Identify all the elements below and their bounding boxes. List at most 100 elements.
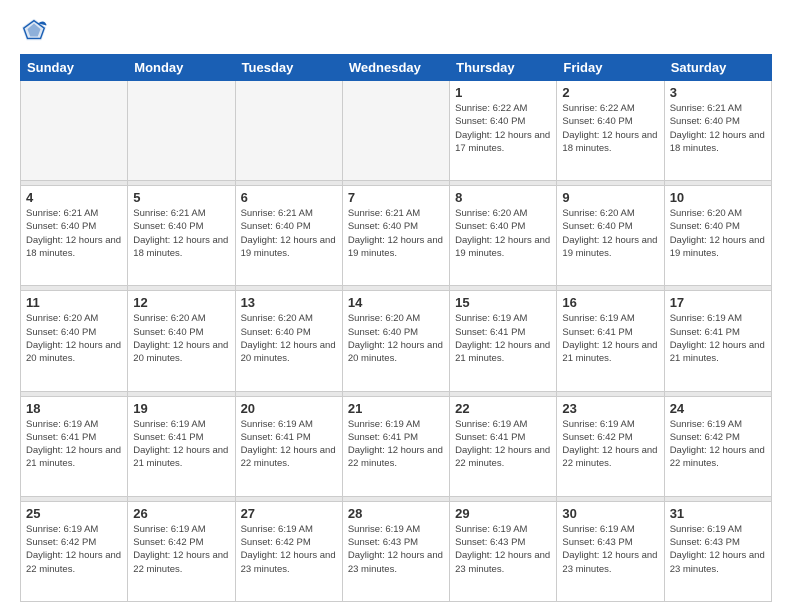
day-info: Sunrise: 6:19 AM Sunset: 6:41 PM Dayligh… <box>455 312 551 365</box>
day-info: Sunrise: 6:20 AM Sunset: 6:40 PM Dayligh… <box>455 207 551 260</box>
calendar-cell: 13 Sunrise: 6:20 AM Sunset: 6:40 PM Dayli… <box>235 291 342 391</box>
calendar-cell: 7 Sunrise: 6:21 AM Sunset: 6:40 PM Daylig… <box>342 186 449 286</box>
calendar-cell: 20Sunrise: 6:19 AM Sunset: 6:41 PM Dayli… <box>235 396 342 496</box>
weekday-header: Saturday <box>664 55 771 81</box>
day-info: Sunrise: 6:19 AM Sunset: 6:41 PM Dayligh… <box>670 312 766 365</box>
calendar-week-row: 1 Sunrise: 6:22 AM Sunset: 6:40 PM Daylig… <box>21 81 772 181</box>
calendar-cell <box>128 81 235 181</box>
day-number: 3 <box>670 85 766 100</box>
day-info: Sunrise: 6:20 AM Sunset: 6:40 PM Dayligh… <box>241 312 337 365</box>
day-number: 13 <box>241 295 337 310</box>
calendar-week-row: 18Sunrise: 6:19 AM Sunset: 6:41 PM Dayli… <box>21 396 772 496</box>
day-number: 19 <box>133 401 229 416</box>
weekday-header: Thursday <box>450 55 557 81</box>
calendar-cell: 11 Sunrise: 6:20 AM Sunset: 6:40 PM Dayli… <box>21 291 128 391</box>
calendar-cell: 4Sunrise: 6:21 AM Sunset: 6:40 PM Daylig… <box>21 186 128 286</box>
day-info: Sunrise: 6:20 AM Sunset: 6:40 PM Dayligh… <box>133 312 229 365</box>
day-number: 9 <box>562 190 658 205</box>
day-info: Sunrise: 6:21 AM Sunset: 6:40 PM Dayligh… <box>133 207 229 260</box>
day-number: 25 <box>26 506 122 521</box>
header <box>20 16 772 44</box>
calendar-cell: 28Sunrise: 6:19 AM Sunset: 6:43 PM Dayli… <box>342 501 449 601</box>
day-number: 29 <box>455 506 551 521</box>
day-info: Sunrise: 6:19 AM Sunset: 6:43 PM Dayligh… <box>670 523 766 576</box>
calendar-cell: 5 Sunrise: 6:21 AM Sunset: 6:40 PM Daylig… <box>128 186 235 286</box>
calendar-cell: 24 Sunrise: 6:19 AM Sunset: 6:42 PM Dayli… <box>664 396 771 496</box>
day-number: 30 <box>562 506 658 521</box>
day-number: 6 <box>241 190 337 205</box>
calendar-cell: 6 Sunrise: 6:21 AM Sunset: 6:40 PM Daylig… <box>235 186 342 286</box>
weekday-header: Tuesday <box>235 55 342 81</box>
day-number: 31 <box>670 506 766 521</box>
calendar-cell: 19 Sunrise: 6:19 AM Sunset: 6:41 PM Dayli… <box>128 396 235 496</box>
day-number: 24 <box>670 401 766 416</box>
calendar-cell: 23 Sunrise: 6:19 AM Sunset: 6:42 PM Dayli… <box>557 396 664 496</box>
day-info: Sunrise: 6:19 AM Sunset: 6:43 PM Dayligh… <box>455 523 551 576</box>
calendar-cell: 17 Sunrise: 6:19 AM Sunset: 6:41 PM Dayli… <box>664 291 771 391</box>
day-number: 26 <box>133 506 229 521</box>
day-info: Sunrise: 6:21 AM Sunset: 6:40 PM Dayligh… <box>348 207 444 260</box>
calendar-cell: 30 Sunrise: 6:19 AM Sunset: 6:43 PM Dayli… <box>557 501 664 601</box>
calendar-cell: 25 Sunrise: 6:19 AM Sunset: 6:42 PM Dayli… <box>21 501 128 601</box>
day-info: Sunrise: 6:19 AM Sunset: 6:43 PM Dayligh… <box>562 523 658 576</box>
day-number: 5 <box>133 190 229 205</box>
day-info: Sunrise: 6:20 AM Sunset: 6:40 PM Dayligh… <box>26 312 122 365</box>
day-info: Sunrise: 6:19 AM Sunset: 6:41 PM Dayligh… <box>562 312 658 365</box>
day-info: Sunrise: 6:21 AM Sunset: 6:40 PM Dayligh… <box>670 102 766 155</box>
calendar-cell: 3 Sunrise: 6:21 AM Sunset: 6:40 PM Daylig… <box>664 81 771 181</box>
day-info: Sunrise: 6:19 AM Sunset: 6:41 PM Dayligh… <box>133 418 229 471</box>
day-number: 22 <box>455 401 551 416</box>
day-info: Sunrise: 6:20 AM Sunset: 6:40 PM Dayligh… <box>670 207 766 260</box>
calendar-cell: 16 Sunrise: 6:19 AM Sunset: 6:41 PM Dayli… <box>557 291 664 391</box>
day-number: 1 <box>455 85 551 100</box>
weekday-header-row: SundayMondayTuesdayWednesdayThursdayFrid… <box>21 55 772 81</box>
day-number: 20 <box>241 401 337 416</box>
day-number: 8 <box>455 190 551 205</box>
day-info: Sunrise: 6:22 AM Sunset: 6:40 PM Dayligh… <box>562 102 658 155</box>
day-info: Sunrise: 6:21 AM Sunset: 6:40 PM Dayligh… <box>241 207 337 260</box>
calendar-cell: 22 Sunrise: 6:19 AM Sunset: 6:41 PM Dayli… <box>450 396 557 496</box>
day-number: 16 <box>562 295 658 310</box>
day-info: Sunrise: 6:19 AM Sunset: 6:41 PM Dayligh… <box>455 418 551 471</box>
day-info: Sunrise: 6:19 AM Sunset: 6:41 PM Dayligh… <box>348 418 444 471</box>
calendar-cell <box>342 81 449 181</box>
calendar-cell: 27 Sunrise: 6:19 AM Sunset: 6:42 PM Dayli… <box>235 501 342 601</box>
day-info: Sunrise: 6:19 AM Sunset: 6:42 PM Dayligh… <box>562 418 658 471</box>
day-number: 11 <box>26 295 122 310</box>
calendar-cell <box>21 81 128 181</box>
calendar-cell <box>235 81 342 181</box>
day-info: Sunrise: 6:19 AM Sunset: 6:42 PM Dayligh… <box>133 523 229 576</box>
day-info: Sunrise: 6:19 AM Sunset: 6:43 PM Dayligh… <box>348 523 444 576</box>
day-info: Sunrise: 6:19 AM Sunset: 6:41 PM Dayligh… <box>26 418 122 471</box>
calendar-cell: 31 Sunrise: 6:19 AM Sunset: 6:43 PM Dayli… <box>664 501 771 601</box>
day-info: Sunrise: 6:21 AM Sunset: 6:40 PM Dayligh… <box>26 207 122 260</box>
day-info: Sunrise: 6:19 AM Sunset: 6:42 PM Dayligh… <box>670 418 766 471</box>
day-number: 21 <box>348 401 444 416</box>
calendar-cell: 9 Sunrise: 6:20 AM Sunset: 6:40 PM Daylig… <box>557 186 664 286</box>
calendar-cell: 26 Sunrise: 6:19 AM Sunset: 6:42 PM Dayli… <box>128 501 235 601</box>
day-info: Sunrise: 6:19 AM Sunset: 6:42 PM Dayligh… <box>26 523 122 576</box>
calendar-cell: 21 Sunrise: 6:19 AM Sunset: 6:41 PM Dayli… <box>342 396 449 496</box>
calendar-week-row: 25 Sunrise: 6:19 AM Sunset: 6:42 PM Dayli… <box>21 501 772 601</box>
logo-icon <box>20 16 48 44</box>
day-number: 14 <box>348 295 444 310</box>
calendar-week-row: 11 Sunrise: 6:20 AM Sunset: 6:40 PM Dayli… <box>21 291 772 391</box>
day-info: Sunrise: 6:20 AM Sunset: 6:40 PM Dayligh… <box>562 207 658 260</box>
weekday-header: Friday <box>557 55 664 81</box>
day-number: 23 <box>562 401 658 416</box>
day-number: 15 <box>455 295 551 310</box>
day-info: Sunrise: 6:19 AM Sunset: 6:42 PM Dayligh… <box>241 523 337 576</box>
day-number: 2 <box>562 85 658 100</box>
calendar-cell: 15 Sunrise: 6:19 AM Sunset: 6:41 PM Dayli… <box>450 291 557 391</box>
weekday-header: Wednesday <box>342 55 449 81</box>
day-number: 27 <box>241 506 337 521</box>
calendar-cell: 12 Sunrise: 6:20 AM Sunset: 6:40 PM Dayli… <box>128 291 235 391</box>
calendar-cell: 2 Sunrise: 6:22 AM Sunset: 6:40 PM Daylig… <box>557 81 664 181</box>
day-info: Sunrise: 6:22 AM Sunset: 6:40 PM Dayligh… <box>455 102 551 155</box>
calendar-cell: 1 Sunrise: 6:22 AM Sunset: 6:40 PM Daylig… <box>450 81 557 181</box>
page: SundayMondayTuesdayWednesdayThursdayFrid… <box>0 0 792 612</box>
day-number: 12 <box>133 295 229 310</box>
calendar-table: SundayMondayTuesdayWednesdayThursdayFrid… <box>20 54 772 602</box>
day-number: 17 <box>670 295 766 310</box>
day-number: 7 <box>348 190 444 205</box>
